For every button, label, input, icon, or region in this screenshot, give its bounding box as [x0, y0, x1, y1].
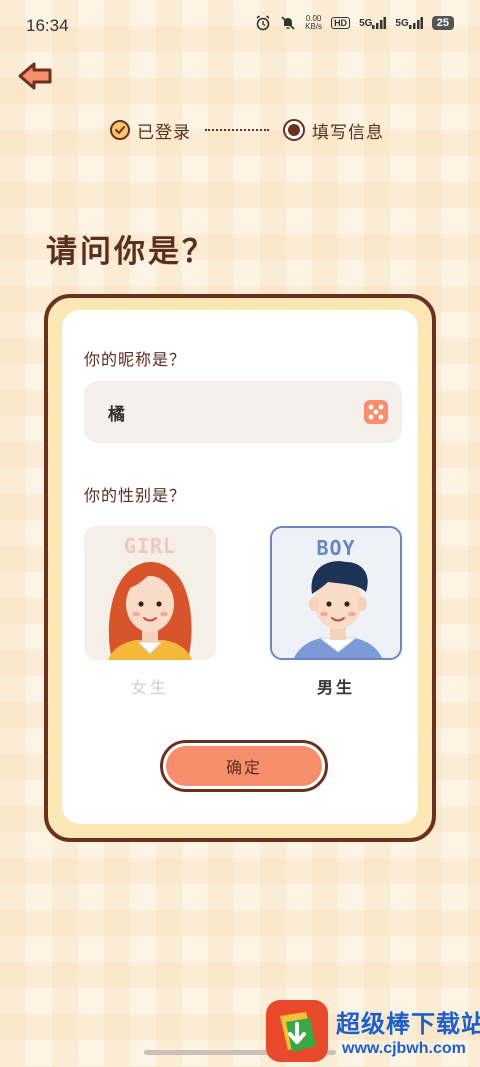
alarm-icon [255, 15, 271, 31]
gender-option-girl[interactable]: GIRL [84, 526, 216, 660]
current-step-icon [283, 119, 305, 141]
signal-5g-2: 5G [395, 17, 423, 29]
page-title: 请问你是？ [46, 234, 216, 270]
mute-icon [280, 15, 296, 31]
hd-icon: HD [331, 17, 351, 29]
status-bar: 16:34 0.00 KB/s HD 5G 5G 25 [0, 0, 480, 50]
watermark-logo-icon [266, 1000, 328, 1062]
gender-option-boy[interactable]: BOY [270, 526, 402, 660]
status-icons: 0.00 KB/s HD 5G 5G 25 [255, 15, 454, 31]
watermark: 超级棒下载站 www.cjbwh.com [264, 1000, 480, 1067]
battery-indicator: 25 [431, 16, 454, 30]
nickname-value: 橘 [108, 404, 125, 425]
watermark-url: www.cjbwh.com [342, 1040, 466, 1057]
boy-tag: BOY [316, 536, 356, 560]
dice-icon[interactable] [362, 398, 390, 426]
back-arrow-icon [18, 62, 52, 90]
confirm-button[interactable]: 确定 [160, 740, 328, 792]
boy-label[interactable]: 男生 [270, 674, 402, 698]
nickname-question: 你的昵称是？ [84, 350, 187, 369]
step-divider [205, 129, 269, 131]
step-fill-info-label: 填写信息 [312, 122, 384, 143]
check-icon [110, 120, 130, 140]
profile-card: 你的昵称是？ 橘 你的性别是？ GIRL BOY 女生 男生 确定 [44, 294, 436, 842]
step-logged-in-label: 已登录 [137, 122, 191, 143]
status-time: 16:34 [26, 16, 69, 35]
signal-5g-1: 5G [359, 17, 387, 29]
gender-question: 你的性别是？ [84, 486, 187, 505]
progress-steps: 已登录 填写信息 [110, 116, 384, 144]
girl-tag: GIRL [123, 534, 177, 558]
profile-card-inner: 你的昵称是？ 橘 你的性别是？ GIRL BOY 女生 男生 确定 [62, 310, 418, 824]
confirm-button-label: 确定 [166, 746, 322, 786]
nickname-field[interactable]: 橘 [84, 381, 402, 443]
girl-label[interactable]: 女生 [84, 674, 216, 698]
back-button[interactable] [16, 60, 56, 92]
watermark-title: 超级棒下载站 [336, 1010, 480, 1038]
network-speed: 0.00 KB/s [305, 14, 323, 31]
